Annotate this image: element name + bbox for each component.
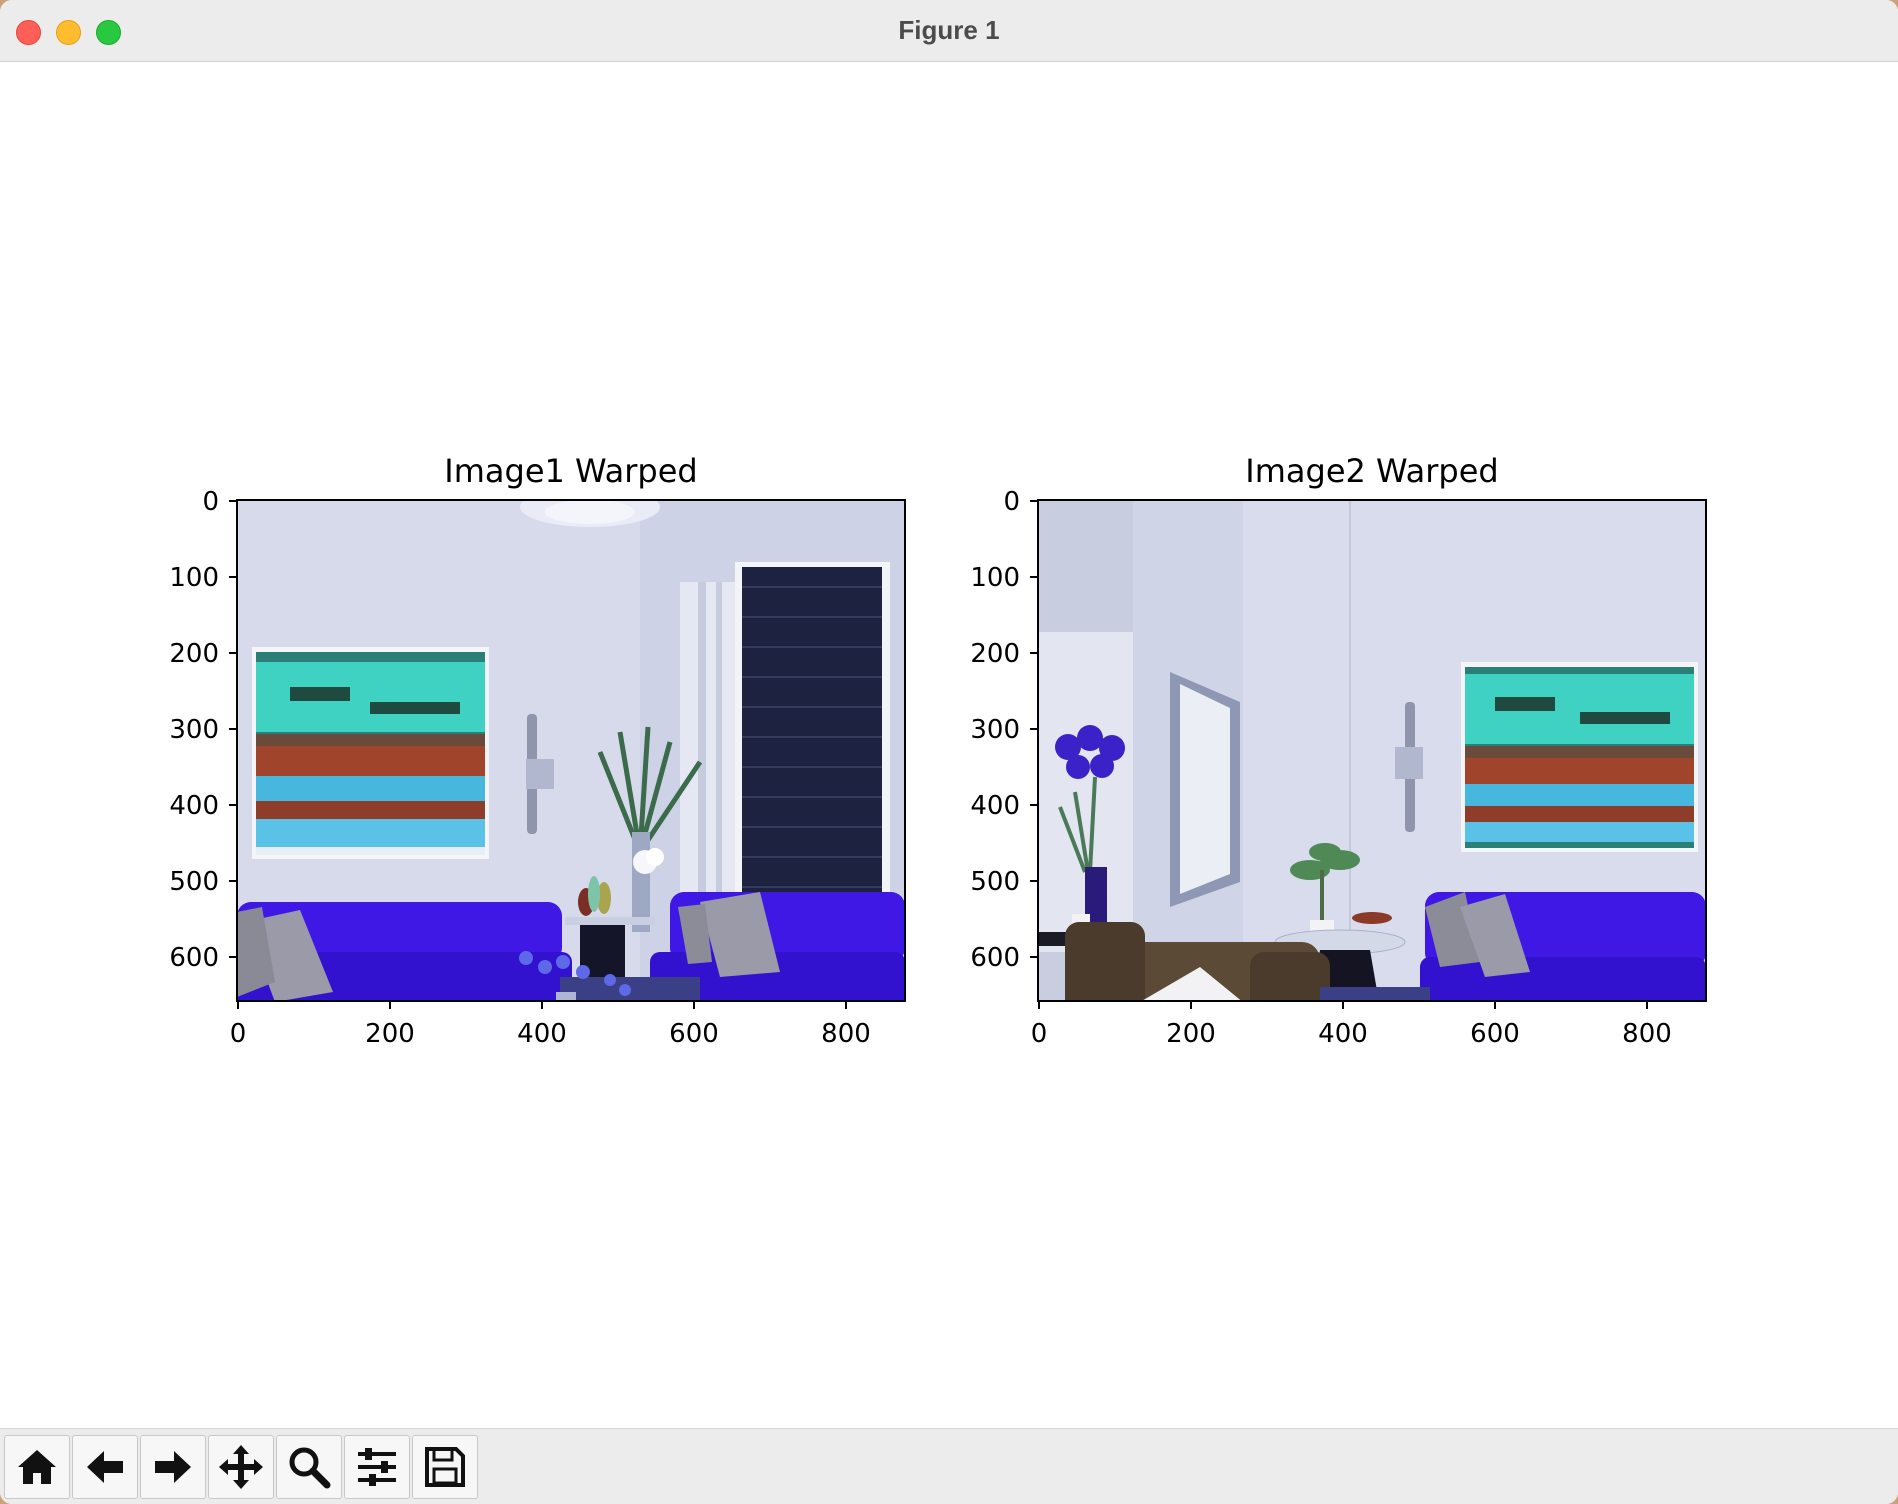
forward-button[interactable] [140,1435,206,1499]
y-tick-label: 500 [970,867,1020,897]
home-button[interactable] [4,1435,70,1499]
x-tick-label: 400 [1318,1019,1368,1049]
magnifier-icon [289,1447,331,1489]
image1-warped [237,500,905,1001]
back-button[interactable] [72,1435,138,1499]
zoom-button[interactable] [276,1435,342,1499]
configure-subplots-button[interactable] [344,1435,410,1499]
y-tick-label: 100 [169,563,219,593]
title-bar[interactable]: Figure 1 [0,0,1898,62]
x-tick-label: 200 [1166,1019,1216,1049]
y-tick-label: 0 [202,487,219,517]
x-tick-label: 600 [1470,1019,1520,1049]
x-tick-label: 800 [821,1019,871,1049]
y-tick-label: 500 [169,867,219,897]
y-tick-label: 200 [169,639,219,669]
y-tick-label: 600 [970,943,1020,973]
y-tick-label: 100 [970,563,1020,593]
floppy-disk-icon [425,1447,465,1487]
home-icon [18,1450,56,1484]
subplot-title: Image2 Warped [1245,452,1498,490]
subplot-image2: Image2 Warped 0 100 200 300 400 500 600 … [970,452,1707,1049]
y-tick-label: 300 [169,715,219,745]
y-tick-label: 400 [970,791,1020,821]
y-tick-label: 200 [970,639,1020,669]
pan-button[interactable] [208,1435,274,1499]
arrow-left-icon [87,1451,123,1483]
x-tick-label: 600 [669,1019,719,1049]
image2-warped [1038,500,1706,1001]
arrow-right-icon [155,1451,191,1483]
figure-svg: Image1 Warped 0 100 200 300 400 500 600 … [169,452,1707,1049]
subplot-title: Image1 Warped [444,452,697,490]
figure-canvas[interactable]: Image1 Warped 0 100 200 300 400 500 600 … [0,62,1898,1428]
x-tick-label: 0 [230,1019,247,1049]
subplot-image1: Image1 Warped 0 100 200 300 400 500 600 … [169,452,906,1049]
y-tick-label: 300 [970,715,1020,745]
window-title: Figure 1 [898,15,1000,45]
x-tick-label: 200 [365,1019,415,1049]
x-tick-label: 0 [1031,1019,1048,1049]
figure-window: Figure 1 Image1 Warped 0 100 200 300 400… [0,0,1898,1504]
y-tick-label: 600 [169,943,219,973]
x-tick-label: 400 [517,1019,567,1049]
save-button[interactable] [412,1435,478,1499]
y-tick-label: 400 [169,791,219,821]
navigation-toolbar [0,1428,1898,1504]
y-tick-label: 0 [1003,487,1020,517]
move-icon [219,1445,263,1489]
x-tick-label: 800 [1622,1019,1672,1049]
sliders-icon [358,1448,396,1486]
